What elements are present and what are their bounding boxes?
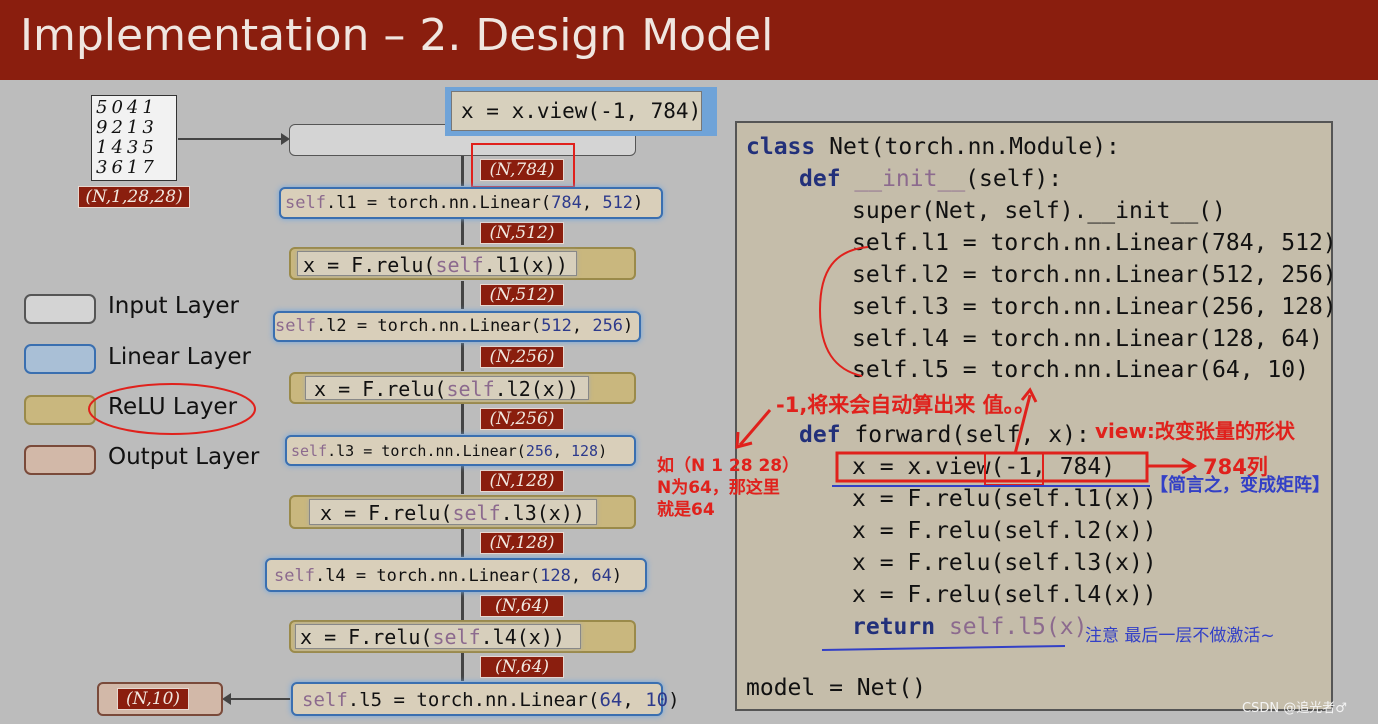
annotation-minus-one: -1,将来会自动算出来 值。。 [776, 393, 1036, 417]
watermark: CSDN @追光者♂ [1242, 701, 1347, 716]
annotation-no-activation: 注意 最后一层不做激活~ [1085, 626, 1275, 646]
annotation-example-3: 就是64 [657, 500, 715, 520]
annotation-matrix: 【简言之，变成矩阵】 [1150, 475, 1330, 496]
annotation-view-note: view:改变张量的形状 [1095, 419, 1295, 443]
annotation-strokes [735, 246, 1197, 651]
